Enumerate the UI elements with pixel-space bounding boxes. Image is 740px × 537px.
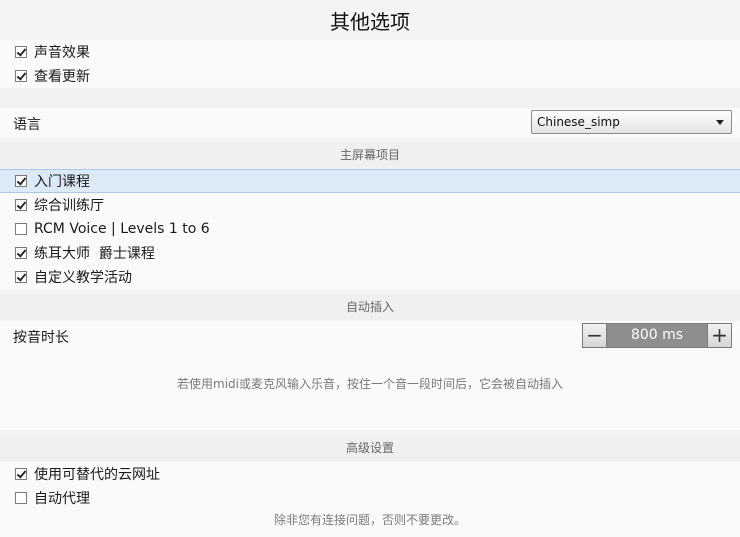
intro-course-label: 入门课程 bbox=[34, 174, 90, 190]
advanced-section-header: 高级设置 bbox=[0, 435, 740, 461]
chevron-down-icon bbox=[716, 120, 724, 125]
sound-effects-label: 声音效果 bbox=[34, 45, 90, 61]
auto-proxy-label: 自动代理 bbox=[34, 491, 90, 507]
language-select[interactable]: Chinese_simp bbox=[531, 110, 732, 134]
alt-cloud-url-checkbox[interactable] bbox=[15, 468, 27, 480]
rcm-voice-label: RCM Voice | Levels 1 to 6 bbox=[34, 221, 210, 237]
training-hall-label: 综合训练厅 bbox=[34, 198, 104, 214]
checkbox-row-intro-course[interactable]: 入门课程 bbox=[0, 169, 740, 193]
jazz-course-label: 练耳大师 爵士课程 bbox=[34, 246, 155, 262]
rcm-voice-checkbox[interactable] bbox=[15, 223, 27, 235]
alt-cloud-url-label: 使用可替代的云网址 bbox=[34, 467, 160, 483]
hold-duration-stepper[interactable]: − 800 ms + bbox=[582, 323, 732, 348]
auto-insert-section-header: 自动插入 bbox=[0, 294, 740, 320]
decrease-button[interactable]: − bbox=[583, 324, 607, 347]
checkbox-row-sound-effects[interactable]: 声音效果 bbox=[0, 40, 740, 64]
increase-button[interactable]: + bbox=[707, 324, 731, 347]
checkbox-row-training-hall[interactable]: 综合训练厅 bbox=[0, 193, 740, 217]
jazz-course-checkbox[interactable] bbox=[15, 247, 27, 259]
checkbox-row-jazz-course[interactable]: 练耳大师 爵士课程 bbox=[0, 241, 740, 265]
auto-proxy-checkbox[interactable] bbox=[15, 492, 27, 504]
intro-course-checkbox[interactable] bbox=[15, 175, 27, 187]
checkbox-row-auto-proxy[interactable]: 自动代理 bbox=[0, 486, 740, 510]
check-updates-label: 查看更新 bbox=[34, 69, 90, 85]
sound-effects-checkbox[interactable] bbox=[15, 46, 27, 58]
checkbox-row-alt-cloud-url[interactable]: 使用可替代的云网址 bbox=[0, 462, 740, 486]
language-selected-value: Chinese_simp bbox=[537, 115, 620, 129]
custom-activities-label: 自定义教学活动 bbox=[34, 270, 132, 286]
check-updates-checkbox[interactable] bbox=[15, 70, 27, 82]
advanced-hint: 除非您有连接问题，否则不要更改。 bbox=[273, 513, 466, 527]
custom-activities-checkbox[interactable] bbox=[15, 271, 27, 283]
checkbox-row-rcm-voice[interactable]: RCM Voice | Levels 1 to 6 bbox=[0, 217, 740, 241]
language-label: 语言 bbox=[13, 117, 41, 133]
home-screen-section-header: 主屏幕项目 bbox=[0, 142, 740, 168]
page-title: 其他选项 bbox=[0, 0, 740, 40]
training-hall-checkbox[interactable] bbox=[15, 199, 27, 211]
hold-duration-label: 按音时长 bbox=[13, 330, 69, 346]
checkbox-row-custom-activities[interactable]: 自定义教学活动 bbox=[0, 265, 740, 289]
auto-insert-hint: 若使用midi或麦克风输入乐音，按住一个音一段时间后，它会被自动插入 bbox=[177, 377, 563, 391]
hold-duration-value: 800 ms bbox=[630, 327, 684, 343]
checkbox-row-check-updates[interactable]: 查看更新 bbox=[0, 64, 740, 88]
